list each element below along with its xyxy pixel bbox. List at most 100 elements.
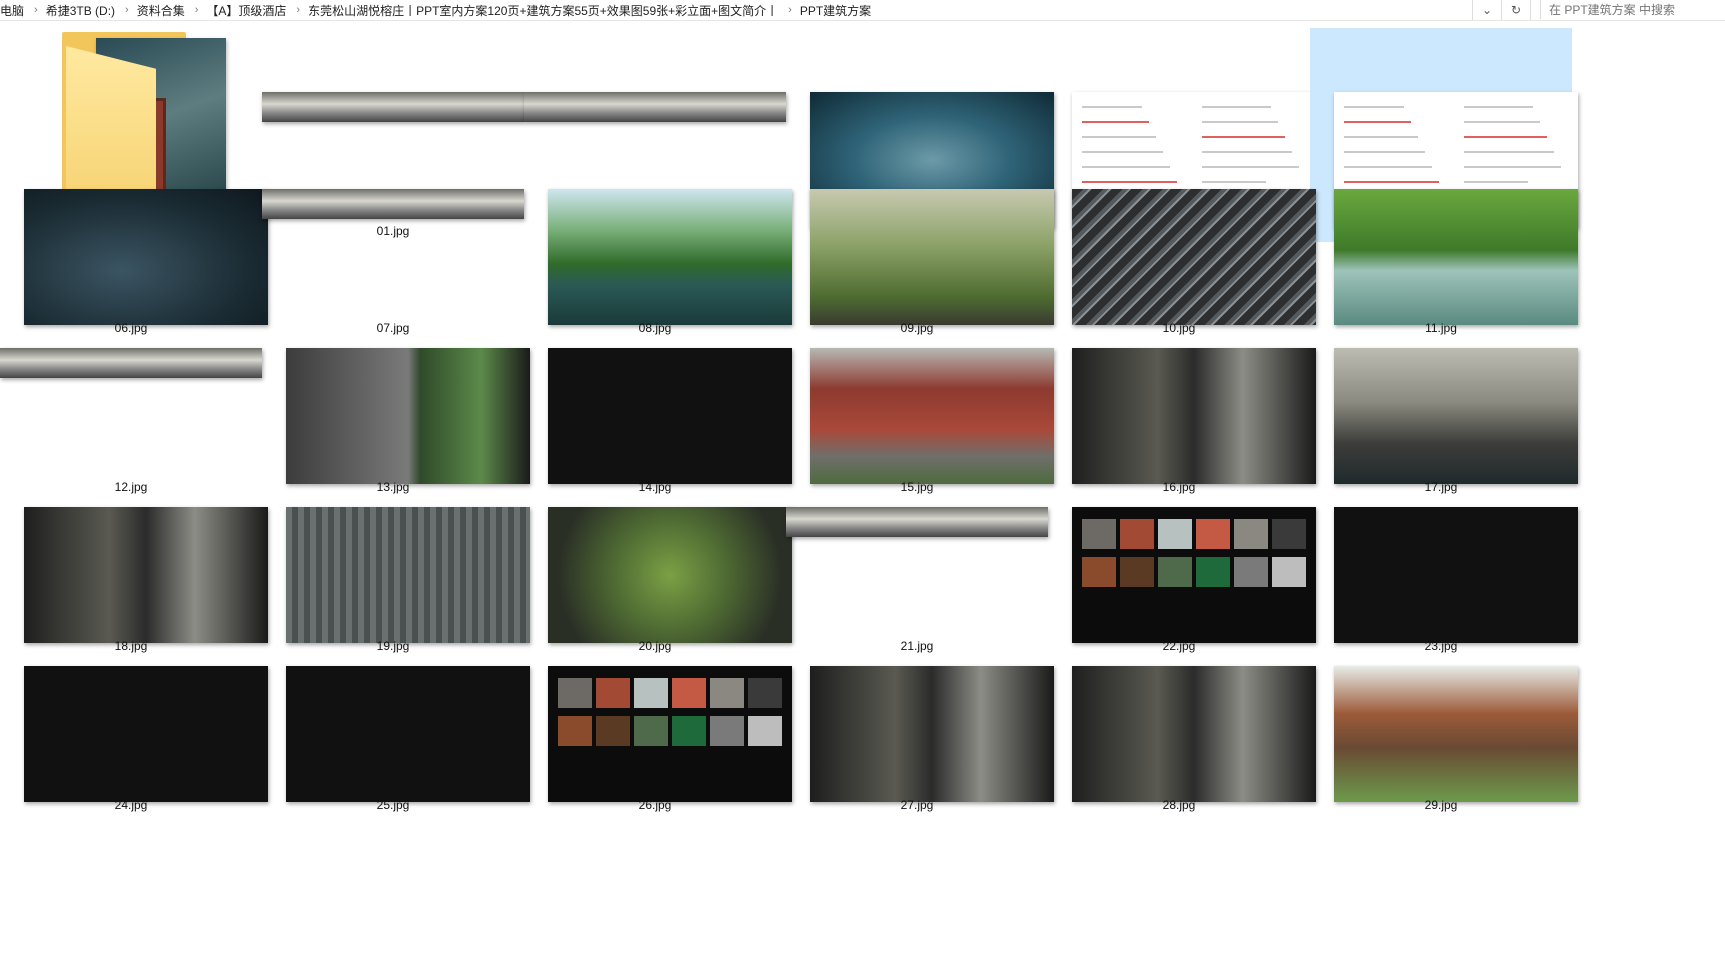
breadcrumb-item-hotels[interactable]: 【A】顶级酒店 xyxy=(206,2,292,19)
file-item[interactable]: 09.jpg xyxy=(786,181,1054,339)
chevron-right-icon[interactable]: › xyxy=(30,4,46,16)
material-swatch xyxy=(1234,557,1268,587)
file-name: 06.jpg xyxy=(114,321,148,335)
image-thumbnail xyxy=(24,666,268,802)
file-item[interactable]: 21.jpg xyxy=(786,499,1048,657)
material-swatch xyxy=(634,678,668,708)
search-box[interactable] xyxy=(1540,0,1725,19)
file-item[interactable]: 07.jpg xyxy=(262,181,524,339)
document-text-line xyxy=(1082,136,1156,138)
file-name: 07.jpg xyxy=(376,321,410,335)
material-swatch xyxy=(596,678,630,708)
file-item[interactable]: 17.jpg xyxy=(1310,340,1578,498)
material-swatch xyxy=(1196,519,1230,549)
material-swatch xyxy=(634,716,668,746)
image-thumbnail xyxy=(286,666,530,802)
file-name: 14.jpg xyxy=(638,480,672,494)
file-name: 22.jpg xyxy=(1162,639,1196,653)
file-item[interactable]: 28.jpg xyxy=(1048,658,1316,816)
file-item[interactable]: 20.jpg xyxy=(524,499,792,657)
file-grid: 建筑效果图01.jpg02.jpg03.jpg04.jpg05.jpg06.jp… xyxy=(0,22,1725,959)
material-swatch xyxy=(1272,557,1306,587)
image-thumbnail xyxy=(810,666,1054,802)
file-item[interactable]: 11.jpg xyxy=(1310,181,1578,339)
file-item[interactable]: 25.jpg xyxy=(262,658,530,816)
image-thumbnail xyxy=(548,507,792,643)
material-swatch xyxy=(558,678,592,708)
address-bar[interactable]: 电脑 › 希捷3TB (D:) › 资料合集 › 【A】顶级酒店 › 东莞松山湖… xyxy=(0,0,1725,21)
file-name: 24.jpg xyxy=(114,798,148,812)
material-swatch xyxy=(1234,519,1268,549)
material-swatch xyxy=(748,678,782,708)
material-swatch xyxy=(710,716,744,746)
breadcrumb-item-drive[interactable]: 希捷3TB (D:) xyxy=(46,2,121,19)
breadcrumb: 电脑 › 希捷3TB (D:) › 资料合集 › 【A】顶级酒店 › 东莞松山湖… xyxy=(0,2,1470,19)
document-text-line xyxy=(1344,151,1425,153)
document-text-line xyxy=(1344,166,1432,168)
image-thumbnail xyxy=(548,666,792,802)
material-swatch xyxy=(596,716,630,746)
file-item[interactable]: 22.jpg xyxy=(1048,499,1316,657)
image-thumbnail xyxy=(1334,189,1578,325)
file-name: 08.jpg xyxy=(638,321,672,335)
file-item[interactable]: 19.jpg xyxy=(262,499,530,657)
material-swatch xyxy=(1196,557,1230,587)
document-text-line xyxy=(1344,136,1418,138)
refresh-icon[interactable]: ↻ xyxy=(1501,0,1531,20)
breadcrumb-item-collection[interactable]: 资料合集 xyxy=(137,2,191,19)
chevron-right-icon[interactable]: › xyxy=(121,4,137,16)
image-thumbnail xyxy=(1072,348,1316,484)
file-name: 21.jpg xyxy=(900,639,934,653)
file-item[interactable]: 26.jpg xyxy=(524,658,792,816)
file-item[interactable]: 29.jpg xyxy=(1310,658,1578,816)
file-item[interactable]: 16.jpg xyxy=(1048,340,1316,498)
document-text-line xyxy=(1464,166,1561,168)
file-item[interactable]: 27.jpg xyxy=(786,658,1054,816)
file-name: 20.jpg xyxy=(638,639,672,653)
material-swatch xyxy=(672,716,706,746)
file-name: 17.jpg xyxy=(1424,480,1458,494)
chevron-right-icon[interactable]: › xyxy=(784,4,800,16)
file-name: 15.jpg xyxy=(900,480,934,494)
image-thumbnail xyxy=(810,348,1054,484)
document-text-line xyxy=(1344,121,1411,123)
document-text-line xyxy=(1202,166,1299,168)
file-name: 11.jpg xyxy=(1425,321,1457,335)
file-item[interactable]: 24.jpg xyxy=(0,658,268,816)
file-name: 12.jpg xyxy=(114,480,148,494)
file-item[interactable]: 15.jpg xyxy=(786,340,1054,498)
chevron-down-icon[interactable]: ⌄ xyxy=(1472,0,1501,20)
file-item[interactable]: 14.jpg xyxy=(524,340,792,498)
image-thumbnail xyxy=(262,189,524,219)
file-name: 29.jpg xyxy=(1424,798,1458,812)
image-thumbnail xyxy=(1334,666,1578,802)
image-thumbnail xyxy=(1072,507,1316,643)
image-thumbnail xyxy=(262,92,524,122)
chevron-right-icon[interactable]: › xyxy=(292,4,308,16)
image-thumbnail xyxy=(1072,189,1316,325)
material-swatch xyxy=(1272,519,1306,549)
file-item[interactable]: 10.jpg xyxy=(1048,181,1316,339)
image-thumbnail xyxy=(1072,666,1316,802)
file-item[interactable]: 12.jpg xyxy=(0,340,262,498)
chevron-right-icon[interactable]: › xyxy=(191,4,207,16)
file-item[interactable]: 13.jpg xyxy=(262,340,530,498)
image-thumbnail xyxy=(286,507,530,643)
breadcrumb-item-project[interactable]: 东莞松山湖悦榕庄丨PPT室内方案120页+建筑方案55页+效果图59张+彩立面+… xyxy=(308,2,784,19)
search-input[interactable] xyxy=(1541,1,1711,18)
document-text-line xyxy=(1082,151,1163,153)
image-thumbnail xyxy=(810,189,1054,325)
breadcrumb-item-computer[interactable]: 电脑 xyxy=(0,2,30,19)
image-thumbnail xyxy=(786,507,1048,537)
image-thumbnail xyxy=(548,189,792,325)
material-swatch xyxy=(672,678,706,708)
file-item[interactable]: 23.jpg xyxy=(1310,499,1578,657)
document-text-line xyxy=(1202,106,1271,108)
document-text-line xyxy=(1082,121,1149,123)
file-item[interactable]: 06.jpg xyxy=(0,181,268,339)
document-text-line xyxy=(1082,106,1142,108)
material-swatch xyxy=(1120,519,1154,549)
file-item[interactable]: 08.jpg xyxy=(524,181,792,339)
breadcrumb-item-current[interactable]: PPT建筑方案 xyxy=(800,2,877,19)
file-item[interactable]: 18.jpg xyxy=(0,499,268,657)
